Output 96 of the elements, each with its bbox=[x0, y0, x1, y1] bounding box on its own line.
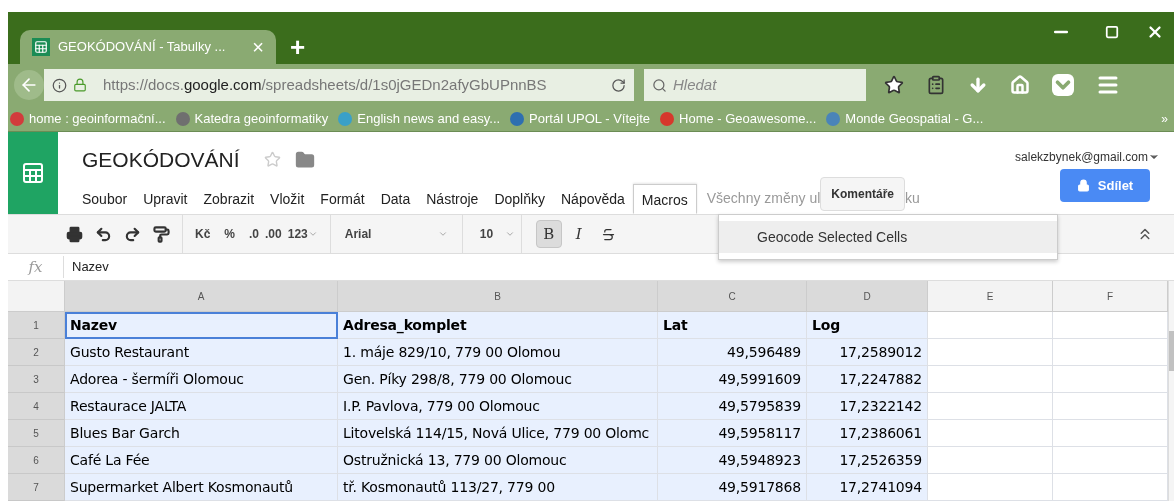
table-cell: 17,2386061 bbox=[807, 420, 928, 447]
table-cell: Gusto Restaurant bbox=[65, 339, 338, 366]
row-header[interactable]: 7 bbox=[8, 474, 65, 501]
save-status: Všechny změny ul bbox=[706, 189, 821, 208]
info-icon bbox=[52, 77, 67, 93]
menu-item[interactable]: Upravit bbox=[135, 183, 196, 214]
download-icon[interactable] bbox=[968, 75, 988, 95]
dropdown-menu-item[interactable]: Geocode Selected Cells bbox=[719, 221, 1057, 253]
menu-item[interactable]: Data bbox=[372, 183, 419, 214]
address-bar[interactable]: https://docs.google.com/spreadsheets/d/1s0jGEDn2afyGbUPnnBS bbox=[44, 69, 634, 101]
menu-item[interactable]: Macros bbox=[632, 183, 697, 214]
font-size-dropdown[interactable]: 10 bbox=[462, 215, 515, 253]
table-cell: Café La Fée bbox=[65, 447, 338, 474]
star-icon[interactable] bbox=[263, 151, 281, 169]
table-cell: I.P. Pavlova, 779 00 Olomouc bbox=[338, 393, 658, 420]
scrollbar-thumb[interactable] bbox=[1169, 331, 1174, 371]
table-cell: 49,5991609 bbox=[658, 366, 807, 393]
table-cell: Log bbox=[807, 312, 928, 339]
row-header[interactable]: 1 bbox=[8, 312, 65, 339]
table-cell: Restaurace JALTA bbox=[65, 393, 338, 420]
table-cell: 17,2741094 bbox=[807, 474, 928, 501]
table-cell: 49,596489 bbox=[658, 339, 807, 366]
new-tab-button[interactable]: + bbox=[290, 30, 306, 64]
strikethrough-icon bbox=[601, 226, 617, 242]
menu-item[interactable]: Nástroje bbox=[418, 183, 487, 214]
menu-item[interactable]: Doplňky bbox=[486, 183, 553, 214]
table-cell: 49,5958117 bbox=[658, 420, 807, 447]
row-header[interactable]: 2 bbox=[8, 339, 65, 366]
table-cell: Blues Bar Garch bbox=[65, 420, 338, 447]
table-cell: Litovelská 114/15, Nová Ulice, 779 00 Olomc bbox=[338, 420, 658, 447]
table-cell: Adresa_komplet bbox=[338, 312, 658, 339]
table-cell: 17,2247882 bbox=[807, 366, 928, 393]
menu-item[interactable]: Vložit bbox=[262, 183, 313, 214]
table-cell: 17,2589012 bbox=[807, 339, 928, 366]
table-cell: 49,5795839 bbox=[658, 393, 807, 420]
table-cell: Lat bbox=[658, 312, 807, 339]
table-cell: Gen. Píky 298/8, 779 00 Olomouc bbox=[338, 366, 658, 393]
folder-icon[interactable] bbox=[294, 149, 315, 170]
row-header[interactable]: 4 bbox=[8, 393, 65, 420]
table-cell: tř. Kosmonautů 113/27, 779 00 bbox=[338, 474, 658, 501]
tab-title: GEOKÓDOVÁNÍ - Tabulky ... bbox=[58, 38, 226, 57]
column-header[interactable]: C bbox=[658, 281, 807, 312]
number-format-dropdown[interactable]: 123 bbox=[287, 225, 318, 243]
table-cell: Ostružnická 13, 779 00 Olomouc bbox=[338, 447, 658, 474]
font-dropdown[interactable]: Arial bbox=[330, 215, 463, 253]
caret-icon bbox=[504, 229, 515, 239]
save-status-tail: ku bbox=[905, 189, 920, 208]
document-title[interactable]: GEOKÓDOVÁNÍ bbox=[82, 144, 240, 176]
comments-button[interactable]: Komentáře bbox=[820, 176, 905, 211]
lock-icon bbox=[73, 78, 87, 92]
table-cell: Adorea - šermíři Olomouc bbox=[65, 366, 338, 393]
spreadsheet-icon bbox=[32, 38, 50, 56]
column-header[interactable]: E bbox=[928, 281, 1053, 312]
menu-item[interactable]: Zobrazit bbox=[195, 183, 263, 214]
menu-item[interactable]: Soubor bbox=[74, 183, 136, 214]
url-text: https://docs.google.com/spreadsheets/d/1s0jGEDn2afyGbUPnnBS bbox=[103, 74, 547, 95]
caret-icon bbox=[307, 229, 318, 239]
italic-button[interactable]: I bbox=[565, 220, 592, 248]
column-header[interactable]: B bbox=[338, 281, 658, 312]
table-cell: 17,2322142 bbox=[807, 393, 928, 420]
print-icon[interactable] bbox=[66, 225, 83, 243]
currency-button[interactable]: Kč bbox=[195, 225, 211, 243]
home-icon[interactable] bbox=[1010, 75, 1030, 95]
decrease-decimals-button[interactable]: .0 bbox=[249, 225, 260, 243]
formula-input[interactable]: Nazev bbox=[64, 257, 109, 277]
row-header[interactable]: 6 bbox=[8, 447, 65, 474]
row-header[interactable]: 3 bbox=[8, 366, 65, 393]
increase-decimals-button[interactable]: .00 bbox=[265, 225, 282, 243]
search-icon bbox=[652, 77, 667, 93]
caret-icon bbox=[437, 229, 448, 239]
table-cell: 1. máje 829/10, 779 00 Olomou bbox=[338, 339, 658, 366]
pocket-icon[interactable] bbox=[1052, 74, 1074, 96]
row-header[interactable]: 5 bbox=[8, 420, 65, 447]
percent-button[interactable]: % bbox=[224, 225, 235, 243]
column-header[interactable]: F bbox=[1053, 281, 1168, 312]
star-icon[interactable] bbox=[884, 75, 904, 95]
column-header[interactable]: A bbox=[65, 281, 338, 312]
column-header[interactable]: D bbox=[807, 281, 928, 312]
clipboard-icon[interactable] bbox=[926, 75, 946, 95]
table-cell: Nazev bbox=[65, 312, 338, 339]
paint-format-icon[interactable] bbox=[153, 225, 170, 243]
undo-icon[interactable] bbox=[95, 225, 112, 243]
menu-item[interactable]: Formát bbox=[312, 183, 373, 214]
reload-icon[interactable] bbox=[611, 77, 626, 93]
close-icon[interactable] bbox=[1146, 23, 1164, 41]
table-cell: 49,5948923 bbox=[658, 447, 807, 474]
table-cell: 17,2526359 bbox=[807, 447, 928, 474]
table-cell: Supermarket Albert Kosmonautů bbox=[65, 474, 338, 501]
account-email[interactable]: salekzbynek@gmail.com bbox=[1015, 148, 1160, 166]
sheets-logo[interactable] bbox=[8, 132, 58, 214]
lock-icon bbox=[1076, 179, 1090, 192]
table-cell: 49,5917868 bbox=[658, 474, 807, 501]
bold-button[interactable]: B bbox=[535, 220, 562, 248]
maximize-icon[interactable] bbox=[1105, 25, 1119, 39]
redo-icon[interactable] bbox=[124, 225, 141, 243]
menu-item[interactable]: Nápověda bbox=[553, 183, 633, 214]
